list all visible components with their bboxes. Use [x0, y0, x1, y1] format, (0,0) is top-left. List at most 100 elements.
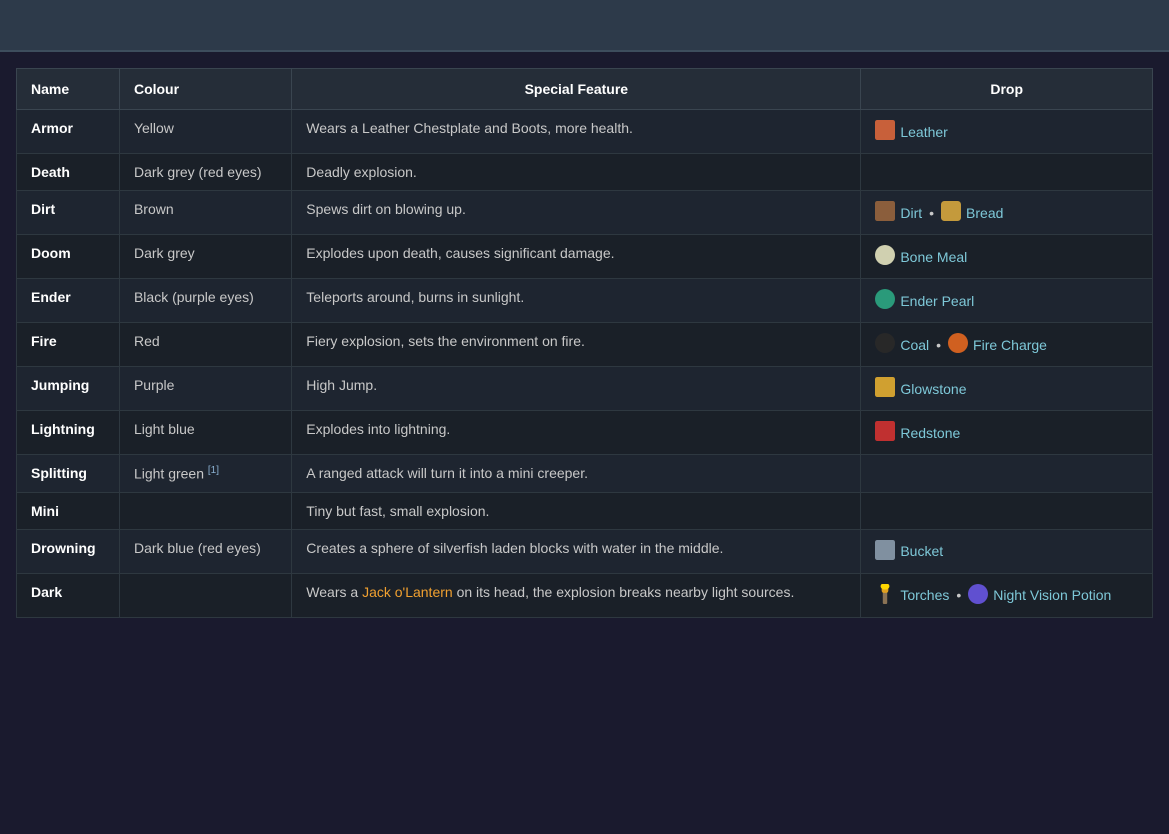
drop-items: Bone Meal: [875, 245, 1138, 268]
creeper-table: Name Colour Special Feature Drop ArmorYe…: [16, 68, 1153, 618]
cell-colour: Yellow: [119, 110, 291, 154]
drop-item: Ender Pearl: [875, 289, 974, 312]
drop-label: Night Vision Potion: [993, 587, 1111, 603]
cell-colour: Black (purple eyes): [119, 279, 291, 323]
drop-label: Leather: [900, 124, 947, 140]
drop-item: Bread: [941, 201, 1003, 224]
drop-label: Ender Pearl: [900, 293, 974, 309]
cell-drop: Ender Pearl: [861, 279, 1153, 323]
cell-colour: Dark blue (red eyes): [119, 529, 291, 573]
cell-colour: Light blue: [119, 411, 291, 455]
cell-name: Doom: [17, 235, 120, 279]
cell-name: Dirt: [17, 191, 120, 235]
col-name: Name: [17, 69, 120, 110]
table-row: LightningLight blueExplodes into lightni…: [17, 411, 1153, 455]
cell-feature: Wears a Leather Chestplate and Boots, mo…: [292, 110, 861, 154]
potion-icon: [968, 584, 988, 607]
table-row: SplittingLight green [1]A ranged attack …: [17, 455, 1153, 493]
drop-label: Bucket: [900, 543, 943, 559]
drop-items: Dirt • Bread: [875, 201, 1138, 224]
redstone-icon: [875, 421, 895, 444]
table-row: FireRedFiery explosion, sets the environ…: [17, 323, 1153, 367]
torch-icon: [875, 584, 895, 607]
col-drop: Drop: [861, 69, 1153, 110]
cell-drop: Dirt • Bread: [861, 191, 1153, 235]
cell-feature: Creates a sphere of silverfish laden blo…: [292, 529, 861, 573]
cell-name: Armor: [17, 110, 120, 154]
cell-feature: Explodes into lightning.: [292, 411, 861, 455]
drop-items: Bucket: [875, 540, 1138, 563]
cell-feature: Explodes upon death, causes significant …: [292, 235, 861, 279]
table-row: MiniTiny but fast, small explosion.: [17, 492, 1153, 529]
cell-feature: Teleports around, burns in sunlight.: [292, 279, 861, 323]
drop-items: Glowstone: [875, 377, 1138, 400]
cell-colour: Dark grey (red eyes): [119, 154, 291, 191]
drop-item: Coal: [875, 333, 929, 356]
drop-label: Bone Meal: [900, 249, 967, 265]
table-row: DirtBrownSpews dirt on blowing up.Dirt•B…: [17, 191, 1153, 235]
colour-note: [1]: [208, 465, 219, 476]
drop-items: Leather: [875, 120, 1138, 143]
cell-name: Jumping: [17, 367, 120, 411]
drop-items: Coal•Fire Charge: [875, 333, 1138, 356]
page-header: [0, 0, 1169, 52]
drop-item: Bone Meal: [875, 245, 967, 268]
cell-feature: Spews dirt on blowing up.: [292, 191, 861, 235]
page-wrapper: Name Colour Special Feature Drop ArmorYe…: [0, 0, 1169, 634]
separator: •: [956, 587, 961, 603]
table-row: DrowningDark blue (red eyes)Creates a sp…: [17, 529, 1153, 573]
fire-charge-icon: [948, 333, 968, 356]
cell-name: Lightning: [17, 411, 120, 455]
drop-label: Torches: [900, 587, 949, 603]
col-colour: Colour: [119, 69, 291, 110]
cell-name: Ender: [17, 279, 120, 323]
table-row: DoomDark greyExplodes upon death, causes…: [17, 235, 1153, 279]
drop-label: Fire Charge: [973, 337, 1047, 353]
drop-label: Coal: [900, 337, 929, 353]
drop-item: Fire Charge: [948, 333, 1047, 356]
drop-item: Glowstone: [875, 377, 966, 400]
cell-name: Splitting: [17, 455, 120, 493]
drop-item: Dirt: [875, 201, 922, 224]
cell-colour: Red: [119, 323, 291, 367]
drop-label: Bread: [966, 205, 1003, 221]
cell-colour: Purple: [119, 367, 291, 411]
table-row: DeathDark grey (red eyes)Deadly explosio…: [17, 154, 1153, 191]
cell-drop: Torches • Night Vision Potion: [861, 573, 1153, 617]
coal-icon: [875, 333, 895, 356]
cell-colour: Dark grey: [119, 235, 291, 279]
cell-name: Death: [17, 154, 120, 191]
cell-name: Fire: [17, 323, 120, 367]
cell-drop: Coal•Fire Charge: [861, 323, 1153, 367]
drop-item: Redstone: [875, 421, 960, 444]
table-row: ArmorYellowWears a Leather Chestplate an…: [17, 110, 1153, 154]
cell-drop: Bucket: [861, 529, 1153, 573]
cell-drop: [861, 492, 1153, 529]
table-row: JumpingPurpleHigh Jump. Glowstone: [17, 367, 1153, 411]
dirt-icon: [875, 201, 895, 224]
separator: •: [929, 205, 934, 221]
drop-label: Dirt: [900, 205, 922, 221]
drop-item: Leather: [875, 120, 947, 143]
cell-feature: High Jump.: [292, 367, 861, 411]
cell-feature: Fiery explosion, sets the environment on…: [292, 323, 861, 367]
col-feature: Special Feature: [292, 69, 861, 110]
drop-label: Redstone: [900, 425, 960, 441]
cell-colour: Brown: [119, 191, 291, 235]
cell-feature: Tiny but fast, small explosion.: [292, 492, 861, 529]
bone-meal-icon: [875, 245, 895, 268]
cell-feature: Wears a Jack o'Lantern on its head, the …: [292, 573, 861, 617]
cell-colour: [119, 573, 291, 617]
cell-colour: Light green [1]: [119, 455, 291, 493]
drop-label: Glowstone: [900, 381, 966, 397]
table-row: Dark Wears a Jack o'Lantern on its head, …: [17, 573, 1153, 617]
drop-items: Redstone: [875, 421, 1138, 444]
cell-drop: Glowstone: [861, 367, 1153, 411]
bread-icon: [941, 201, 961, 224]
jack-lantern-link[interactable]: Jack o'Lantern: [362, 584, 453, 600]
cell-name: Dark: [17, 573, 120, 617]
cell-drop: Redstone: [861, 411, 1153, 455]
cell-drop: [861, 455, 1153, 493]
cell-drop: [861, 154, 1153, 191]
drop-items: Ender Pearl: [875, 289, 1138, 312]
